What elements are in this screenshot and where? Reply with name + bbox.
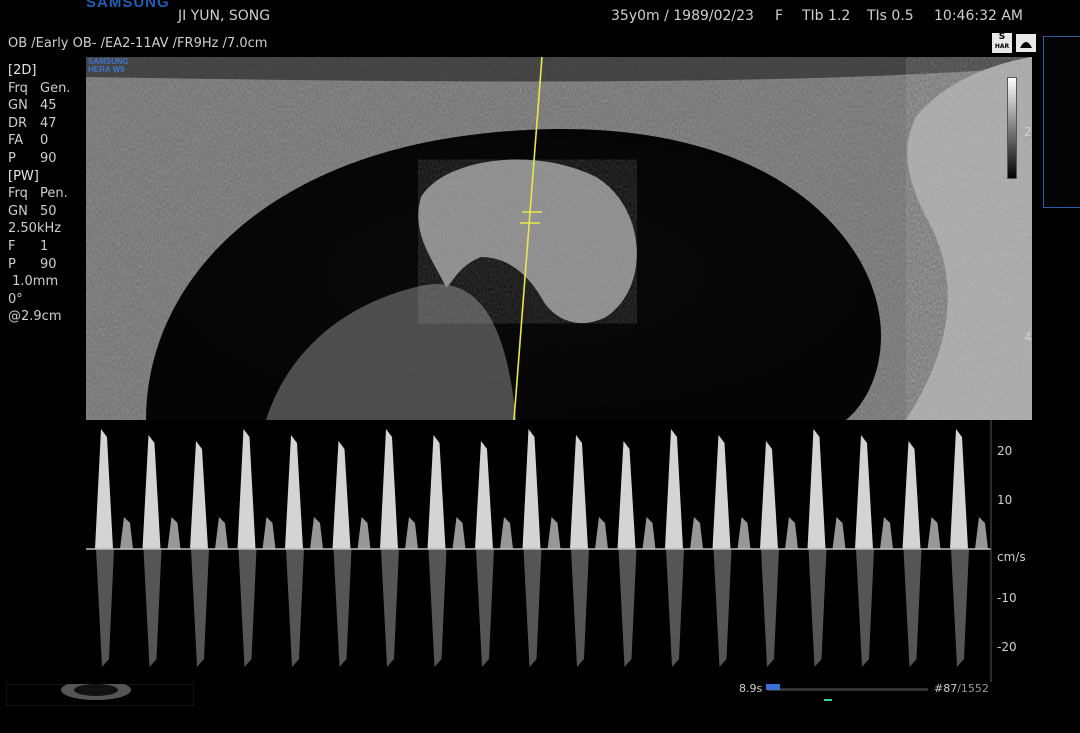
velocity-unit-label: cm/s <box>997 550 1026 564</box>
probe-thumbnail <box>6 684 194 706</box>
param-value: @2.9cm <box>8 309 62 325</box>
param-pw-row: P 90 <box>8 256 70 274</box>
depth-mark-2: 2 <box>1024 125 1032 139</box>
har-badge: S HAR <box>992 33 1012 53</box>
param-pw-row: 1.0mm <box>8 273 70 291</box>
thermal-index-soft: TIs 0.5 <box>867 8 914 24</box>
image-logo: SAMSUNG HERA W9 <box>88 58 129 74</box>
cine-marker <box>824 699 832 701</box>
param-2d-row: P 90 <box>8 150 70 168</box>
velocity-label-20: 20 <box>997 444 1013 458</box>
param-value: 90 <box>40 150 57 166</box>
param-key: F <box>8 238 16 254</box>
param-value: 0 <box>40 133 49 149</box>
depth-mark-4: 4 <box>1024 330 1032 344</box>
thumbnail-preview[interactable] <box>1043 36 1080 208</box>
pw-doppler-spectrum <box>86 420 1032 682</box>
param-2d-row: Frq Gen. <box>8 80 70 98</box>
velocity-label-neg10: -10 <box>997 591 1017 605</box>
param-2d-row: GN 45 <box>8 97 70 115</box>
cine-frame-total: /1552 <box>957 682 989 695</box>
param-pw-row: @2.9cm <box>8 308 70 326</box>
param-key: GN <box>8 203 28 219</box>
clock: 10:46:32 AM <box>934 8 1023 24</box>
param-key: GN <box>8 98 28 114</box>
param-value: 1.0mm <box>8 274 59 290</box>
param-key: P <box>8 256 16 272</box>
param-key: Frq <box>8 186 28 202</box>
brand-logo: SAMSUNG <box>86 0 170 11</box>
param-key: P <box>8 150 16 166</box>
param-value: 45 <box>40 98 57 114</box>
cine-time: 8.9s <box>739 682 763 695</box>
param-2d-row: FA 0 <box>8 132 70 150</box>
param-pw-row: Frq Pen. <box>8 185 70 203</box>
param-key: Frq <box>8 80 28 96</box>
exam-preset: OB /Early OB- /EA2-11AV /FR9Hz /7.0cm <box>8 36 268 51</box>
velocity-label-neg20: -20 <box>997 640 1017 654</box>
param-value: 0° <box>8 291 23 307</box>
param-value: 90 <box>40 256 57 272</box>
velocity-label-10: 10 <box>997 493 1013 507</box>
section-2d: [2D] <box>8 63 37 78</box>
param-key: DR <box>8 115 28 131</box>
image-logo-line2: HERA W9 <box>88 65 125 74</box>
bmode-image <box>86 57 1032 420</box>
cine-scrollbar[interactable] <box>768 688 928 691</box>
param-pw-row: GN 50 <box>8 203 70 221</box>
patient-name: JI YUN, SONG <box>178 8 271 24</box>
patient-age-dob: 35y0m / 1989/02/23 <box>611 8 754 24</box>
parameter-panel: [2D] Frq Gen. GN 45 DR 47 FA 0 P 90 [PW] Frq P… <box>8 62 70 326</box>
param-value: 50 <box>40 203 57 219</box>
thermal-index-bone: TIb 1.2 <box>802 8 851 24</box>
probe-orientation-icon <box>1016 34 1036 52</box>
har-badge-s: S <box>998 32 1006 42</box>
cine-frame: #87/1552 <box>934 682 989 695</box>
param-pw-row: F1 <box>8 238 70 256</box>
cine-position-handle[interactable] <box>766 684 780 690</box>
param-key: FA <box>8 133 24 149</box>
cine-frame-current: #87 <box>934 682 958 695</box>
section-pw: [PW] <box>8 168 39 184</box>
param-2d-row: DR 47 <box>8 115 70 133</box>
param-value: Gen. <box>40 80 71 96</box>
param-pw-row: 2.50kHz <box>8 220 70 238</box>
param-value: 47 <box>40 115 57 131</box>
patient-sex: F <box>775 8 784 24</box>
param-pw-row: 0° <box>8 291 70 309</box>
param-value: 1 <box>40 238 49 254</box>
param-value: Pen. <box>40 186 68 202</box>
har-badge-har: HAR <box>994 43 1010 50</box>
param-value: 2.50kHz <box>8 221 62 237</box>
grayscale-bar <box>1007 77 1017 179</box>
